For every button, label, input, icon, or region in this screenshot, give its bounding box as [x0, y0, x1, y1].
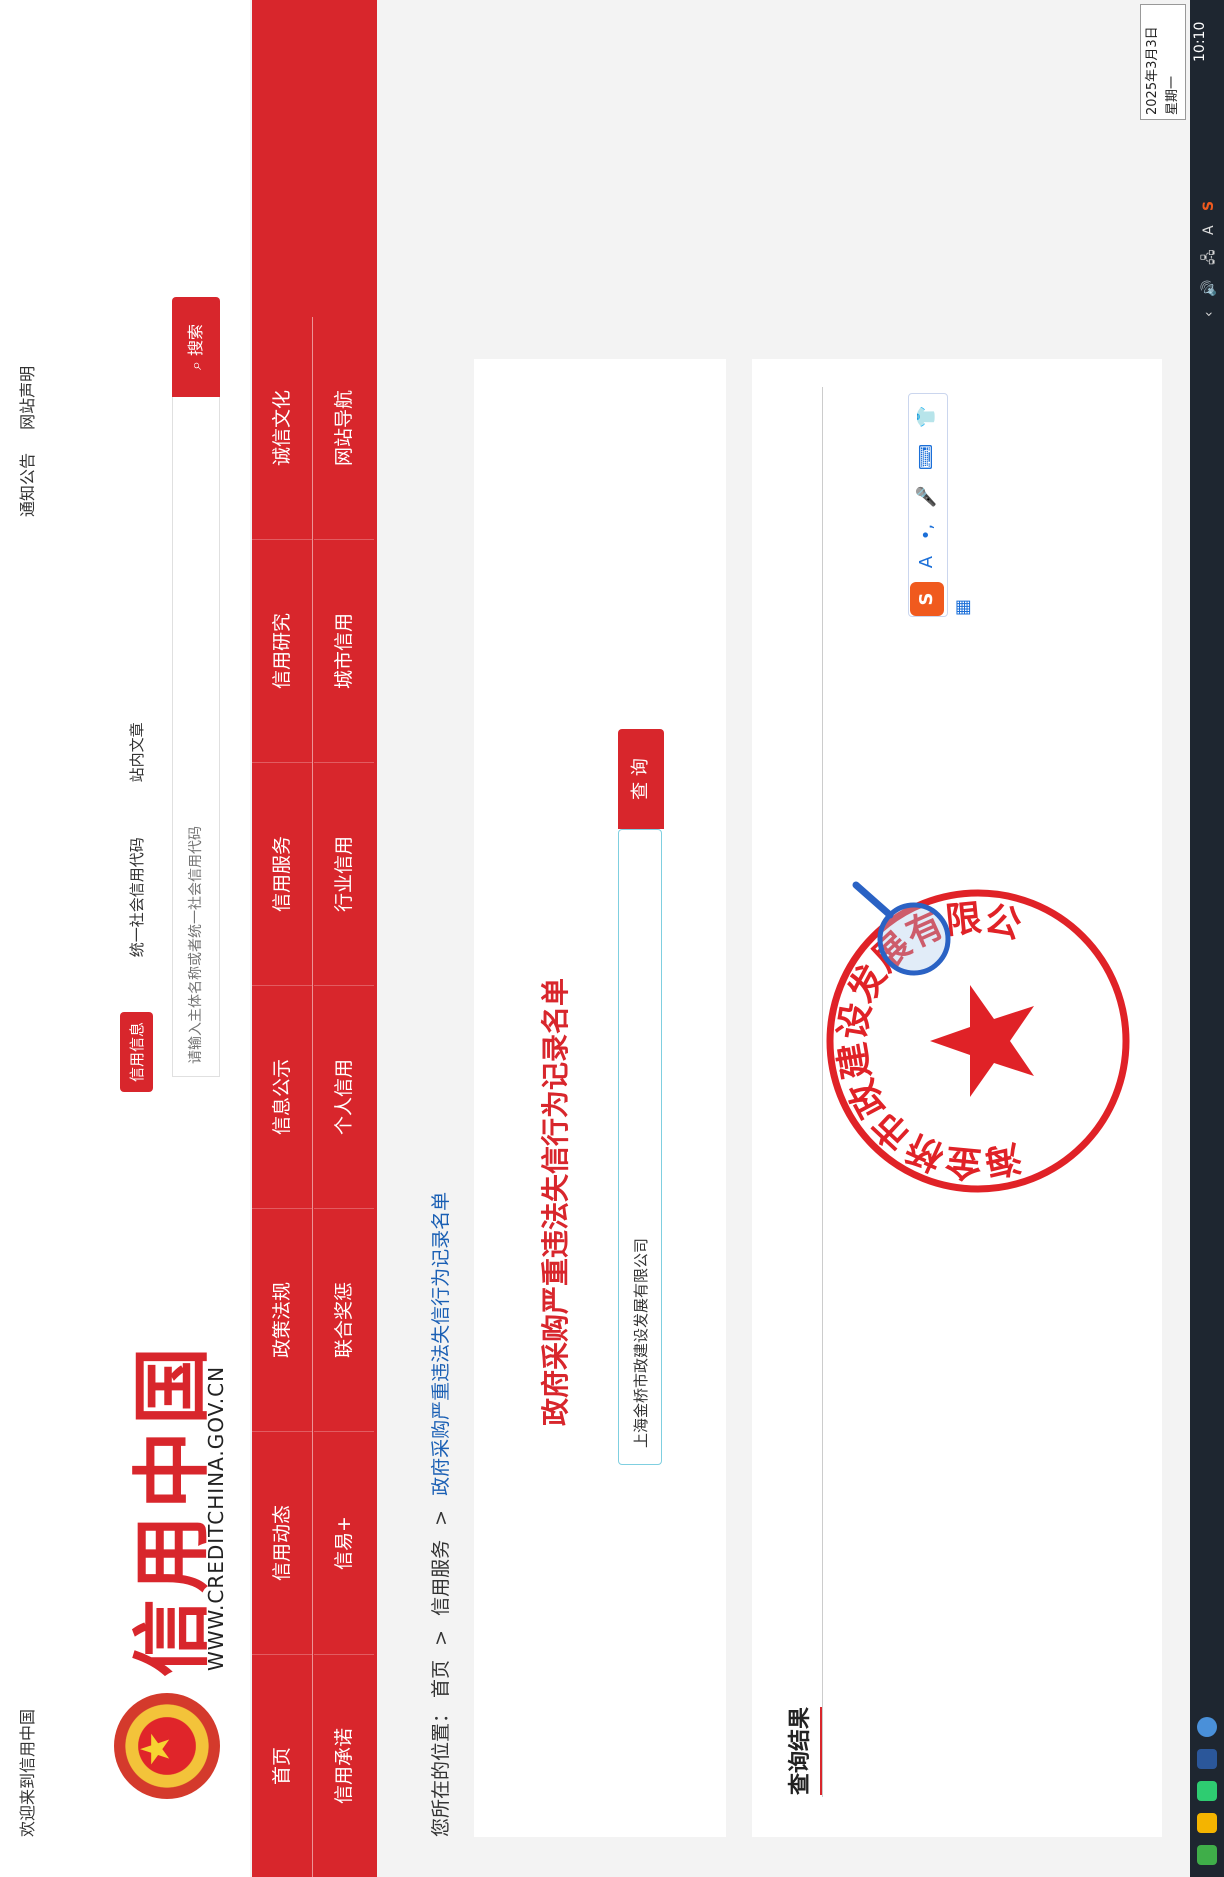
ime-lang-icon[interactable]: A: [916, 556, 937, 568]
nav-item-promise[interactable]: 信用承诺: [314, 1654, 374, 1877]
clock-time: 10:10: [1192, 21, 1208, 62]
welcome-text: 欢迎来到信用中国: [18, 1708, 37, 1837]
ime-toolbox-icon[interactable]: ▦: [952, 599, 973, 616]
tray-network-icon[interactable]: 🖧: [1201, 249, 1217, 265]
company-name-input[interactable]: 上海金桥市政建设发展有限公司: [618, 829, 662, 1465]
main-nav: 首页 信用动态 政策法规 信息公示 信用服务 信用研究 诚信文化 信用承诺 信易…: [252, 0, 377, 1877]
nav-item-service[interactable]: 信用服务: [252, 762, 312, 985]
ime-keyboard-icon[interactable]: ⌨: [916, 444, 937, 470]
tray-volume-icon[interactable]: 🔊: [1201, 280, 1217, 297]
browser-icon[interactable]: [1197, 1845, 1217, 1865]
app-icon[interactable]: [1197, 1717, 1217, 1737]
nav-item-sitemap[interactable]: 网站导航: [314, 317, 374, 539]
site-header: ★ 信用中国 WWW.CREDITCHINA.GOV.CN 信用信息 统一社会信…: [40, 0, 250, 1877]
taskbar: ‹ 🔊 🖧 A S 10:10: [1190, 0, 1224, 1877]
query-button[interactable]: 查 询: [618, 729, 664, 829]
nav-item-publicity[interactable]: 信息公示: [252, 985, 312, 1208]
sogou-ime-icon[interactable]: S: [910, 582, 944, 616]
search-tabs: 信用信息 统一社会信用代码 站内文章: [120, 672, 153, 1092]
results-title: 查询结果: [782, 1706, 823, 1795]
tab-site-articles[interactable]: 站内文章: [126, 722, 147, 782]
seal-star-icon: [930, 985, 1034, 1097]
breadcrumb-prefix: 您所在的位置：: [430, 1703, 452, 1837]
system-tray: ‹ 🔊 🖧 A S: [1198, 191, 1222, 317]
weekday-text: 星期一: [1165, 75, 1180, 115]
top-links: 通知公告 网站声明: [14, 348, 38, 517]
search-icon: ⌕: [186, 361, 205, 371]
nav-item-industry[interactable]: 行业信用: [314, 762, 374, 985]
word-icon[interactable]: [1197, 1749, 1217, 1769]
nav-item-xinyi[interactable]: 信易+: [314, 1431, 374, 1654]
query-card: 政府采购严重违法失信行为记录名单 上海金桥市政建设发展有限公司 查 询: [474, 359, 726, 1837]
nav-item-personal[interactable]: 个人信用: [314, 985, 374, 1208]
tab-credit-code[interactable]: 统一社会信用代码: [126, 837, 147, 957]
nav-item-joint[interactable]: 联合奖惩: [314, 1208, 374, 1431]
ime-punctuation-icon[interactable]: •,: [916, 524, 937, 540]
statement-link[interactable]: 网站声明: [18, 366, 37, 430]
national-emblem-icon: ★: [114, 1693, 220, 1799]
tray-chevron-icon[interactable]: ‹: [1201, 311, 1217, 317]
search-button[interactable]: ⌕ 搜索: [172, 297, 220, 397]
clock[interactable]: 10:10: [1192, 22, 1208, 62]
nav-item-culture[interactable]: 诚信文化: [252, 317, 312, 539]
notice-link[interactable]: 通知公告: [18, 453, 37, 517]
search-box: [172, 319, 220, 1077]
query-title: 政府采购严重违法失信行为记录名单: [539, 978, 572, 1427]
nav-row-2: 信用承诺 信易+ 联合奖惩 个人信用 行业信用 城市信用 网站导航: [314, 317, 374, 1877]
date-popup: 2025年3月3日 星期一: [1140, 4, 1186, 120]
nav-item-policy[interactable]: 政策法规: [252, 1208, 312, 1431]
search-input[interactable]: [183, 502, 209, 1066]
ime-skin-icon[interactable]: 👕: [916, 406, 937, 428]
breadcrumb-home[interactable]: 首页: [430, 1660, 452, 1698]
search-button-label: 搜索: [186, 323, 205, 356]
tray-sogou-icon[interactable]: S: [1201, 201, 1217, 211]
nav-row-1: 首页 信用动态 政策法规 信息公示 信用服务 信用研究 诚信文化: [252, 317, 313, 1877]
ime-toolbar[interactable]: S A •, 🎤 ⌨ 👕 ▦: [908, 393, 973, 617]
breadcrumb-service[interactable]: 信用服务: [430, 1540, 452, 1616]
ime-voice-icon[interactable]: 🎤: [916, 486, 937, 508]
site-url: WWW.CREDITCHINA.GOV.CN: [204, 1365, 228, 1671]
screen: 欢迎来到信用中国 通知公告 网站声明 ★ 信用中国 WWW.CREDITCHIN…: [0, 0, 1224, 1877]
nav-item-news[interactable]: 信用动态: [252, 1431, 312, 1654]
breadcrumb-current[interactable]: 政府采购严重违法失信行为记录名单: [430, 1192, 452, 1496]
nav-item-city[interactable]: 城市信用: [314, 539, 374, 762]
nav-item-research[interactable]: 信用研究: [252, 539, 312, 762]
breadcrumb: 您所在的位置： 首页 > 信用服务 > 政府采购严重违法失信行为记录名单: [426, 1192, 453, 1837]
tray-ime-label[interactable]: A: [1201, 225, 1217, 235]
breadcrumb-separator: >: [430, 1509, 452, 1526]
breadcrumb-separator: >: [430, 1629, 452, 1646]
date-text: 2025年3月3日: [1145, 26, 1160, 115]
explorer-icon[interactable]: [1197, 1813, 1217, 1833]
results-card: 查询结果 上海金桥市政建设发展有限公司 S A •, 🎤 ⌨ 👕 ▦: [752, 359, 1162, 1837]
company-seal: 上海金桥市政建设发展有限公司: [818, 881, 1130, 1201]
top-bar: 欢迎来到信用中国 通知公告 网站声明: [0, 0, 40, 1877]
tab-credit-info[interactable]: 信用信息: [120, 1011, 153, 1092]
wechat-icon[interactable]: [1197, 1781, 1217, 1801]
nav-item-home[interactable]: 首页: [252, 1654, 312, 1877]
